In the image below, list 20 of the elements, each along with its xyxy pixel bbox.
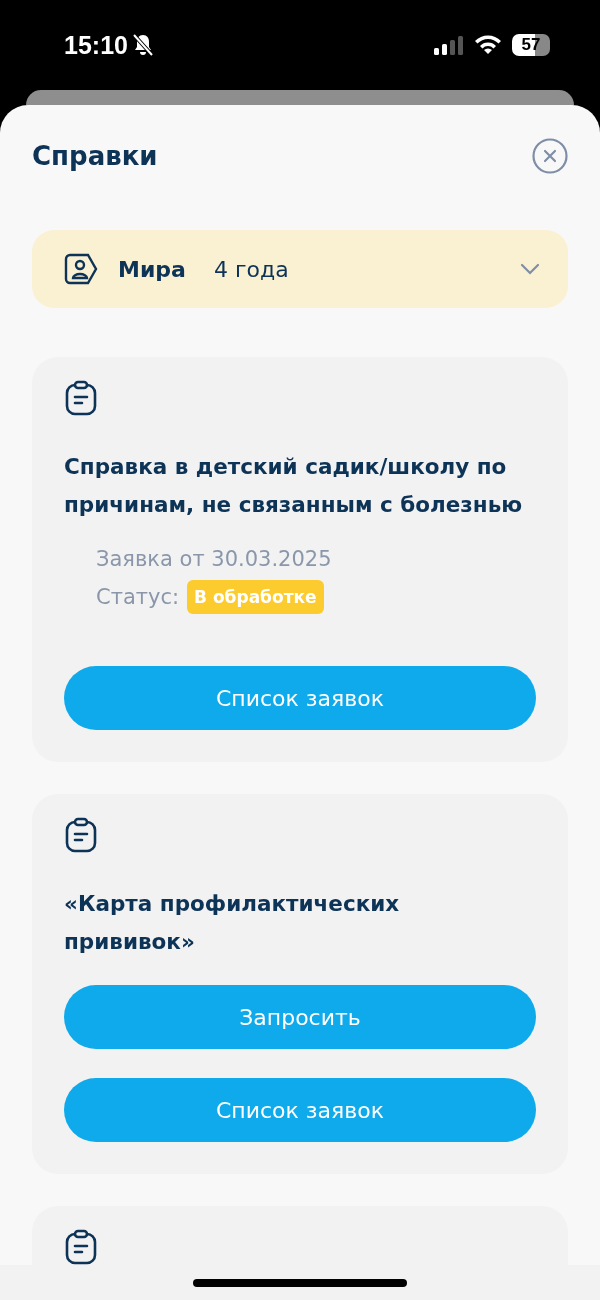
status-badge: В обработке [187, 580, 324, 614]
card-title: Справка в детский садик/школу по причинам, не связанным с болезнью [64, 453, 524, 519]
bell-slash-icon [131, 33, 154, 57]
signal-icon [434, 35, 464, 55]
clipboard-icon [64, 817, 98, 853]
battery-icon: 57 [512, 34, 550, 56]
primary-button[interactable]: Запросить [64, 985, 536, 1049]
child-profile-icon [64, 253, 98, 285]
card-title: «Карта профилактических прививок» [64, 890, 401, 956]
status-label: Статус: [96, 584, 180, 611]
primary-button[interactable]: Список заявок [64, 1078, 536, 1142]
primary-button[interactable]: Список заявок [64, 666, 536, 730]
child-selector[interactable]: Мира 4 года [32, 230, 568, 308]
wifi-icon [474, 35, 502, 55]
chevron-down-icon [520, 263, 540, 275]
clock: 15:10 [64, 30, 128, 60]
clipboard-icon [64, 380, 98, 416]
request-date: Заявка от 30.03.2025 [96, 546, 333, 573]
close-icon[interactable] [532, 138, 568, 174]
page-title: Справки [32, 141, 158, 171]
